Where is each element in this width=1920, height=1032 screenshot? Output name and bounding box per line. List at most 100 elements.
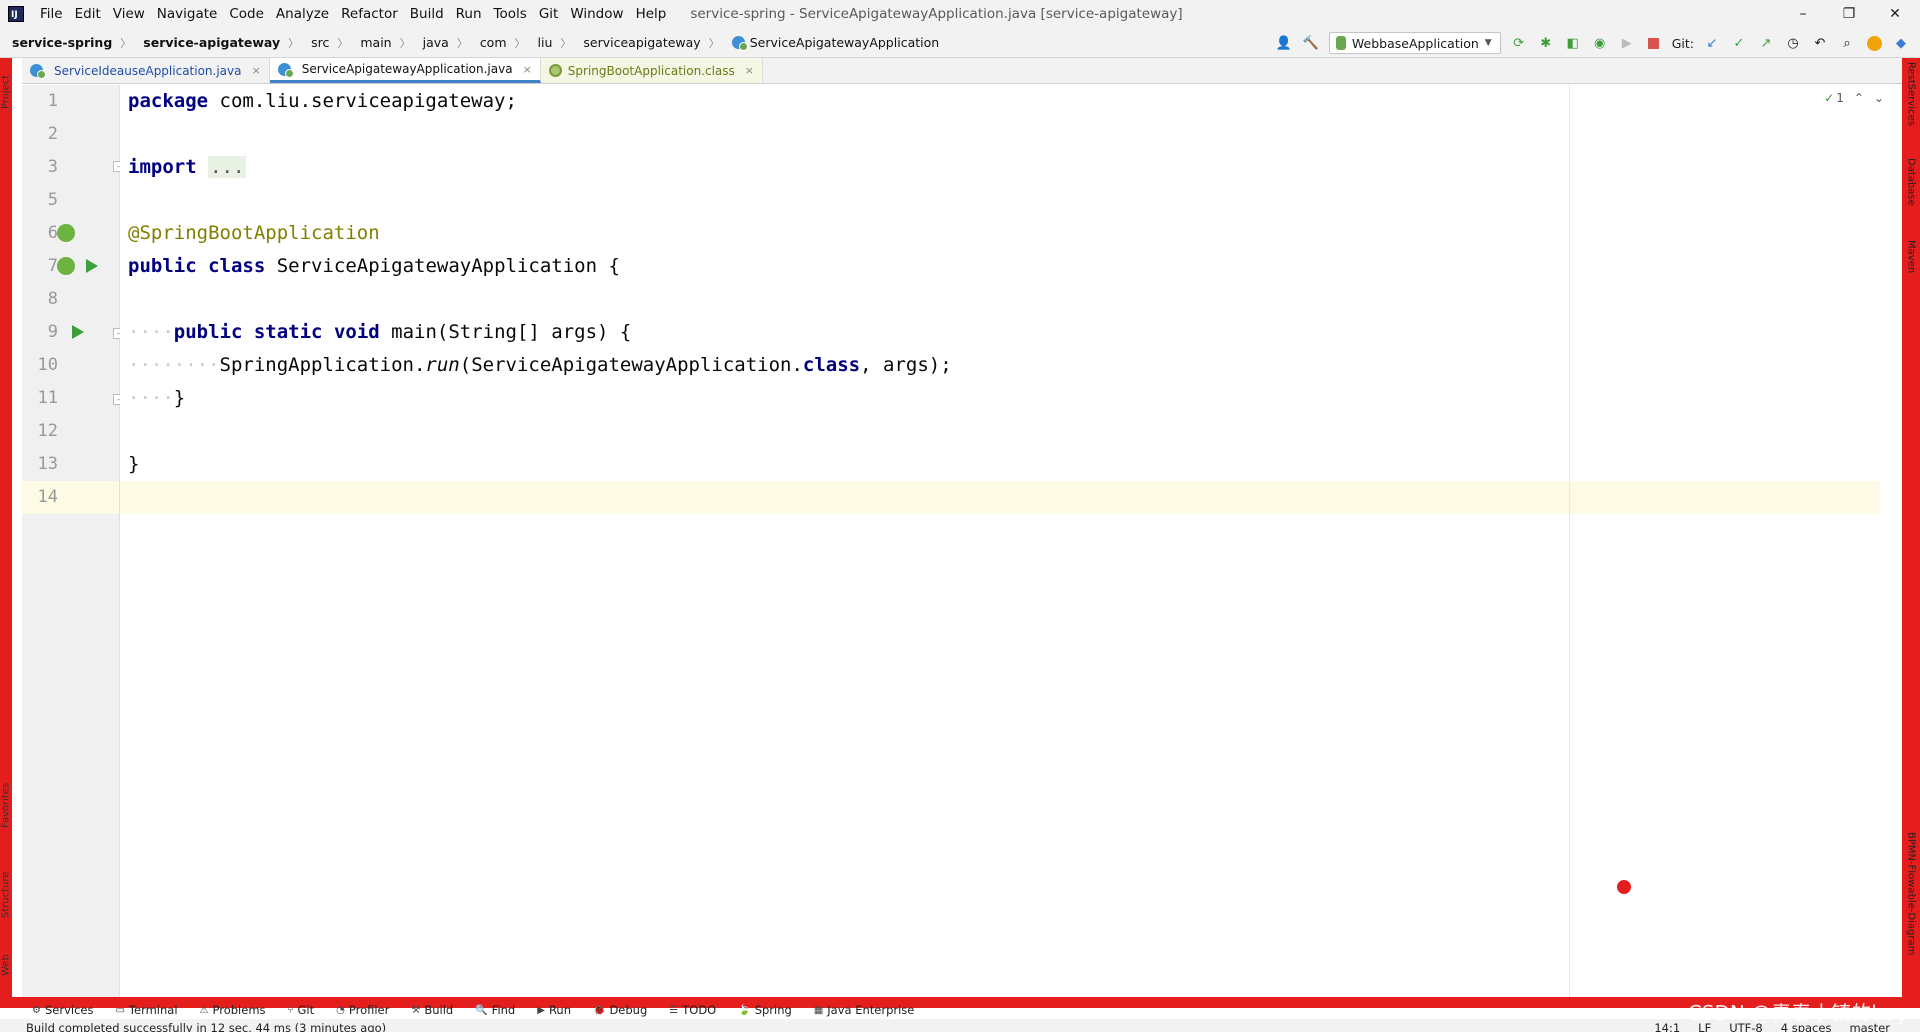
menu-analyze[interactable]: Analyze: [270, 0, 335, 28]
menu-view[interactable]: View: [107, 0, 151, 28]
window-title: service-spring - ServiceApigatewayApplic…: [690, 6, 1183, 22]
code-editor[interactable]: package com.liu.serviceapigateway; impor…: [120, 85, 1900, 997]
tool-window-build[interactable]: ⚒ Build: [411, 1003, 453, 1017]
search-icon[interactable]: ⌕: [1838, 34, 1856, 52]
run-disabled-icon[interactable]: ▶: [1618, 34, 1636, 52]
menu-help[interactable]: Help: [630, 0, 673, 28]
menu-build[interactable]: Build: [404, 0, 450, 28]
rollback-icon[interactable]: ↶: [1811, 34, 1829, 52]
inspection-count: 1: [1836, 91, 1844, 105]
inspection-ok-icon: ✓: [1824, 91, 1835, 105]
close-tab-icon[interactable]: ×: [523, 63, 532, 76]
tab-springbootapplication-class[interactable]: SpringBootApplication.class ×: [540, 58, 763, 83]
run-class-icon[interactable]: [86, 259, 98, 273]
csdn-watermark: CSDN @青春小镇的boy: [1687, 1001, 1908, 1025]
spring-bean-icon[interactable]: [57, 224, 75, 242]
git-label: Git:: [1671, 35, 1694, 51]
menu-code[interactable]: Code: [223, 0, 270, 28]
run-main-icon[interactable]: [72, 325, 84, 339]
tool-window-debug[interactable]: 🐞 Debug: [593, 1003, 647, 1017]
coverage-icon[interactable]: ◧: [1564, 34, 1582, 52]
breadcrumb-liu[interactable]: liu 〉: [526, 35, 572, 51]
menu-file[interactable]: File: [34, 0, 69, 28]
code-line-10: ········SpringApplication.run(ServiceApi…: [128, 354, 952, 376]
profile-icon[interactable]: ◉: [1591, 34, 1609, 52]
chevron-down-icon[interactable]: ⌄: [1874, 91, 1884, 105]
caret-position[interactable]: 14:1: [1654, 1021, 1680, 1032]
find-icon: 🔍: [475, 1004, 488, 1016]
tool-window-run[interactable]: ▶ Run: [537, 1003, 571, 1017]
breadcrumb-package[interactable]: serviceapigateway 〉: [571, 35, 719, 51]
debug-icon[interactable]: ✱: [1537, 34, 1555, 52]
breadcrumb-com[interactable]: com 〉: [468, 35, 526, 51]
tool-window-problems[interactable]: ⚠ Problems: [200, 1003, 266, 1017]
spring-bean-icon[interactable]: [57, 257, 75, 275]
status-bar: Build completed successfully in 12 sec, …: [0, 1019, 1920, 1032]
update-icon[interactable]: [1865, 34, 1883, 52]
close-tab-icon[interactable]: ×: [252, 64, 261, 77]
rerun-icon[interactable]: ⟳: [1510, 34, 1528, 52]
chevron-up-icon[interactable]: ⌃: [1854, 91, 1864, 105]
tool-window-spring[interactable]: 🍃 Spring: [738, 1003, 792, 1017]
tool-tab-web[interactable]: Web: [0, 945, 12, 985]
close-tab-icon[interactable]: ×: [745, 64, 754, 77]
minimize-button[interactable]: –: [1780, 0, 1826, 28]
tool-tab-favorites[interactable]: Favorites: [0, 770, 12, 840]
menu-run[interactable]: Run: [450, 0, 488, 28]
tool-window-git[interactable]: ⑂ Git: [288, 1003, 315, 1017]
stop-icon[interactable]: [1645, 34, 1663, 52]
tool-window-terminal[interactable]: ▭ Terminal: [115, 1003, 177, 1017]
folded-imports[interactable]: ...: [208, 156, 247, 178]
git-push-icon[interactable]: ↗: [1757, 34, 1775, 52]
inspection-widget[interactable]: ✓ 1 ⌃ ⌄: [1824, 91, 1884, 105]
tool-tab-bpmn[interactable]: BPMN-Flowable-Diagram: [1904, 832, 1918, 982]
menu-window[interactable]: Window: [564, 0, 629, 28]
tool-tab-project[interactable]: Project: [0, 62, 12, 122]
close-window-button[interactable]: ✕: [1872, 0, 1918, 28]
run-configuration-label: WebbaseApplication: [1351, 35, 1479, 51]
breadcrumb-java[interactable]: java 〉: [411, 35, 468, 51]
tab-label: SpringBootApplication.class: [567, 63, 735, 78]
restore-button[interactable]: ❐: [1826, 0, 1872, 28]
tool-window-find[interactable]: 🔍 Find: [475, 1003, 515, 1017]
tab-label: ServiceApigatewayApplication.java: [301, 62, 513, 76]
tool-window-todo[interactable]: ☰ TODO: [669, 1003, 716, 1017]
plugin-icon[interactable]: ◆: [1892, 34, 1910, 52]
status-message[interactable]: Build completed successfully in 12 sec, …: [0, 1022, 386, 1032]
breadcrumb-module[interactable]: service-apigateway 〉: [131, 35, 299, 51]
run-configuration-select[interactable]: WebbaseApplication ▼: [1328, 32, 1501, 54]
java-class-icon: [30, 64, 46, 79]
tab-serviceideause[interactable]: ServiceIdeauseApplication.java ×: [22, 58, 270, 83]
tool-tab-database[interactable]: Database: [1904, 158, 1918, 228]
tab-serviceapigateway[interactable]: ServiceApigatewayApplication.java ×: [269, 58, 541, 83]
tool-window-profiler[interactable]: ◔ Profiler: [336, 1003, 389, 1017]
tool-tab-structure[interactable]: Structure: [0, 860, 12, 930]
tool-tab-maven[interactable]: Maven: [1904, 240, 1918, 295]
line-number: 3: [47, 157, 58, 177]
breadcrumb-project[interactable]: service-spring 〉: [0, 35, 131, 51]
history-icon[interactable]: ◷: [1784, 34, 1802, 52]
line-number: 14: [37, 487, 58, 507]
menu-git[interactable]: Git: [533, 0, 565, 28]
code-line-3: import ...: [128, 156, 247, 178]
menu-navigate[interactable]: Navigate: [151, 0, 224, 28]
breadcrumb-class[interactable]: ServiceApigatewayApplication: [720, 35, 939, 51]
menu-edit[interactable]: Edit: [69, 0, 107, 28]
menu-refactor[interactable]: Refactor: [335, 0, 404, 28]
breadcrumb-main[interactable]: main 〉: [348, 35, 410, 51]
menu-tools[interactable]: Tools: [488, 0, 533, 28]
red-dot-marker: [1617, 880, 1631, 894]
code-line-9: ····public static void main(String[] arg…: [128, 321, 632, 343]
git-update-icon[interactable]: ↙: [1703, 34, 1721, 52]
build-hammer-icon[interactable]: 🔨: [1302, 34, 1320, 52]
debug-icon: 🐞: [593, 1004, 606, 1016]
git-commit-icon[interactable]: ✓: [1730, 34, 1748, 52]
tool-window-java-enterprise[interactable]: ▦ Java Enterprise: [814, 1003, 915, 1017]
tool-tab-restservices[interactable]: RestServices: [1904, 62, 1918, 142]
breadcrumb-src[interactable]: src 〉: [299, 35, 348, 51]
editor-gutter[interactable]: 1 2 3 5 6 7 8 9 10 11 12 13 14 – – –: [22, 85, 124, 997]
tool-window-services[interactable]: ⚙ Services: [32, 1003, 93, 1017]
user-icon[interactable]: 👤: [1275, 34, 1293, 52]
line-number: 2: [47, 124, 58, 144]
line-number: 8: [47, 289, 58, 309]
